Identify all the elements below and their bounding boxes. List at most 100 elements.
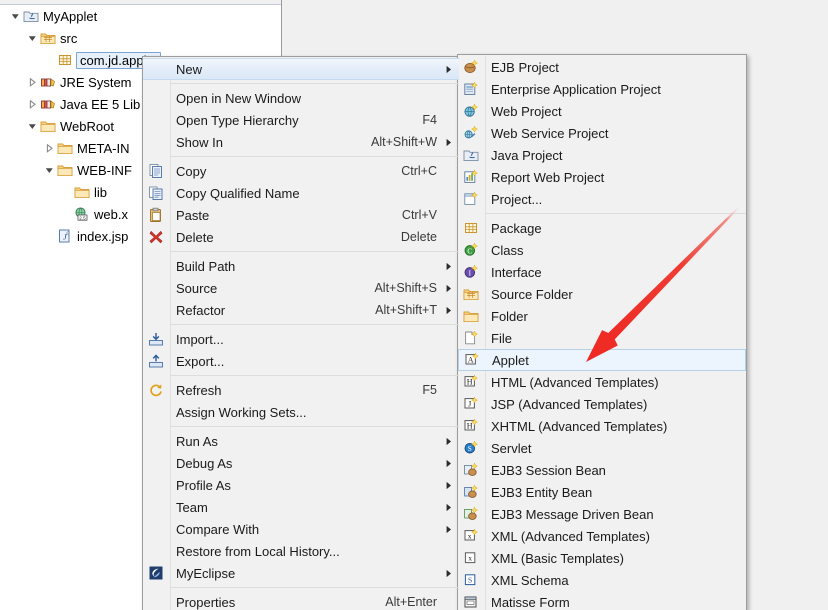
menu-item-label: Folder — [491, 308, 528, 324]
menu-item-label: Applet — [492, 352, 529, 368]
jsp-file-icon: J — [56, 228, 74, 244]
menu-item-label: Report Web Project — [491, 169, 605, 185]
menu-item-servlet[interactable]: S Servlet — [458, 437, 746, 459]
tree-item-label: META-IN — [77, 140, 130, 156]
menu-item-label: Project... — [491, 191, 543, 207]
menu-item-matisse-form[interactable]: Matisse Form — [458, 591, 746, 610]
source-folder-icon — [39, 30, 57, 46]
menu-item-web-project[interactable]: Web Project — [458, 100, 746, 122]
menu-item-show-in[interactable]: Show In Alt+Shift+W — [143, 131, 459, 153]
tree-item-src[interactable]: src — [0, 27, 281, 49]
menu-item-export[interactable]: Export... — [143, 350, 459, 372]
menu-item-label: Open in New Window — [176, 90, 301, 106]
menu-item-html-advanced-templates[interactable]: H HTML (Advanced Templates) — [458, 371, 746, 393]
svg-text:x: x — [468, 531, 472, 540]
context-menu[interactable]: New Open in New Window Open Type Hierarchy… — [142, 56, 460, 610]
menu-item-applet[interactable]: A Applet — [458, 349, 746, 371]
menu-item-web-service-project[interactable]: Web Service Project — [458, 122, 746, 144]
tree-twisty-expanded-icon[interactable] — [25, 34, 39, 43]
xml-advanced-icon: x — [458, 528, 484, 544]
menu-item-java-project[interactable]: Java Project — [458, 144, 746, 166]
folder-icon — [73, 184, 91, 200]
menu-item-paste[interactable]: Paste Ctrl+V — [143, 204, 459, 226]
tree-twisty-expanded-icon[interactable] — [8, 12, 22, 21]
menu-item-shortcut: Alt+Shift+W — [371, 135, 437, 149]
menu-item-label: Export... — [176, 353, 225, 369]
menu-item-build-path[interactable]: Build Path — [143, 255, 459, 277]
menu-item-new[interactable]: New — [143, 58, 459, 80]
menu-item-open-in-new-window[interactable]: Open in New Window — [143, 87, 459, 109]
menu-item-xml-advanced-templates[interactable]: x XML (Advanced Templates) — [458, 525, 746, 547]
submenu-arrow-icon — [443, 262, 459, 271]
context-menu-items: New Open in New Window Open Type Hierarchy… — [143, 57, 459, 610]
export-icon — [143, 353, 169, 369]
menu-item-refresh[interactable]: Refresh F5 — [143, 379, 459, 401]
jsp-icon: J — [458, 396, 484, 412]
menu-item-project[interactable]: Project... — [458, 188, 746, 210]
menu-separator — [170, 324, 459, 325]
menu-item-xhtml-advanced-templates[interactable]: H XHTML (Advanced Templates) — [458, 415, 746, 437]
menu-item-label: Paste — [176, 207, 210, 223]
menu-item-profile-as[interactable]: Profile As — [143, 474, 459, 496]
menu-item-enterprise-application-project[interactable]: Enterprise Application Project — [458, 78, 746, 100]
menu-item-team[interactable]: Team — [143, 496, 459, 518]
menu-item-run-as[interactable]: Run As — [143, 430, 459, 452]
menu-item-file[interactable]: File — [458, 327, 746, 349]
menu-item-ejb3-message-driven-bean[interactable]: EJB3 Message Driven Bean — [458, 503, 746, 525]
menu-item-shortcut: Alt+Shift+S — [374, 281, 437, 295]
tree-twisty-collapsed-icon[interactable] — [42, 143, 56, 153]
new-submenu[interactable]: EJB Project Enterprise Application Projec… — [457, 54, 747, 610]
svg-text:A: A — [468, 355, 474, 364]
ejb3-mdb-icon — [458, 506, 484, 522]
menu-item-label: Source — [176, 280, 218, 296]
menu-item-label: Package — [491, 220, 542, 236]
library-icon — [39, 74, 57, 90]
menu-item-copy[interactable]: Copy Ctrl+C — [143, 160, 459, 182]
menu-item-xml-schema[interactable]: S XML Schema — [458, 569, 746, 591]
menu-item-package[interactable]: Package — [458, 217, 746, 239]
menu-item-restore-from-local-history[interactable]: Restore from Local History... — [143, 540, 459, 562]
menu-item-assign-working-sets[interactable]: Assign Working Sets... — [143, 401, 459, 423]
menu-item-ejb3-session-bean[interactable]: EJB3 Session Bean — [458, 459, 746, 481]
menu-separator — [170, 587, 459, 588]
menu-item-compare-with[interactable]: Compare With — [143, 518, 459, 540]
menu-item-folder[interactable]: Folder — [458, 305, 746, 327]
tree-twisty-collapsed-icon[interactable] — [25, 77, 39, 87]
folder-icon — [458, 308, 484, 324]
menu-item-label: XHTML (Advanced Templates) — [491, 418, 668, 434]
menu-item-jsp-advanced-templates[interactable]: J JSP (Advanced Templates) — [458, 393, 746, 415]
menu-item-import[interactable]: Import... — [143, 328, 459, 350]
menu-item-class[interactable]: C Class — [458, 239, 746, 261]
menu-item-source-folder[interactable]: Source Folder — [458, 283, 746, 305]
menu-item-report-web-project[interactable]: Report Web Project — [458, 166, 746, 188]
menu-item-ejb-project[interactable]: EJB Project — [458, 56, 746, 78]
menu-item-refactor[interactable]: Refactor Alt+Shift+T — [143, 299, 459, 321]
paste-icon — [143, 207, 169, 223]
menu-item-xml-basic-templates[interactable]: x XML (Basic Templates) — [458, 547, 746, 569]
tree-item-myapplet[interactable]: MyApplet — [0, 5, 281, 27]
menu-item-source[interactable]: Source Alt+Shift+S — [143, 277, 459, 299]
menu-item-copy-qualified-name[interactable]: Copy Qualified Name — [143, 182, 459, 204]
copy-qualified-icon — [143, 185, 169, 201]
tree-twisty-expanded-icon[interactable] — [42, 166, 56, 175]
submenu-arrow-icon — [443, 569, 459, 578]
menu-separator — [170, 156, 459, 157]
menu-item-label: Copy — [176, 163, 207, 179]
menu-item-properties[interactable]: Properties Alt+Enter — [143, 591, 459, 610]
menu-item-label: Open Type Hierarchy — [176, 112, 299, 128]
menu-item-interface[interactable]: I Interface — [458, 261, 746, 283]
menu-item-debug-as[interactable]: Debug As — [143, 452, 459, 474]
menu-item-ejb3-entity-bean[interactable]: EJB3 Entity Bean — [458, 481, 746, 503]
menu-item-delete[interactable]: Delete Delete — [143, 226, 459, 248]
xml-schema-icon: S — [458, 572, 484, 588]
menu-item-open-type-hierarchy[interactable]: Open Type Hierarchy F4 — [143, 109, 459, 131]
submenu-arrow-icon — [443, 503, 459, 512]
menu-item-label: File — [491, 330, 512, 346]
menu-item-myeclipse[interactable]: MyEclipse — [143, 562, 459, 584]
menu-item-shortcut: Ctrl+C — [401, 164, 437, 178]
tree-twisty-collapsed-icon[interactable] — [25, 99, 39, 109]
menu-item-label: Compare With — [176, 521, 260, 537]
tree-twisty-expanded-icon[interactable] — [25, 122, 39, 131]
ejb3-entity-bean-icon — [458, 484, 484, 500]
servlet-icon: S — [458, 440, 484, 456]
